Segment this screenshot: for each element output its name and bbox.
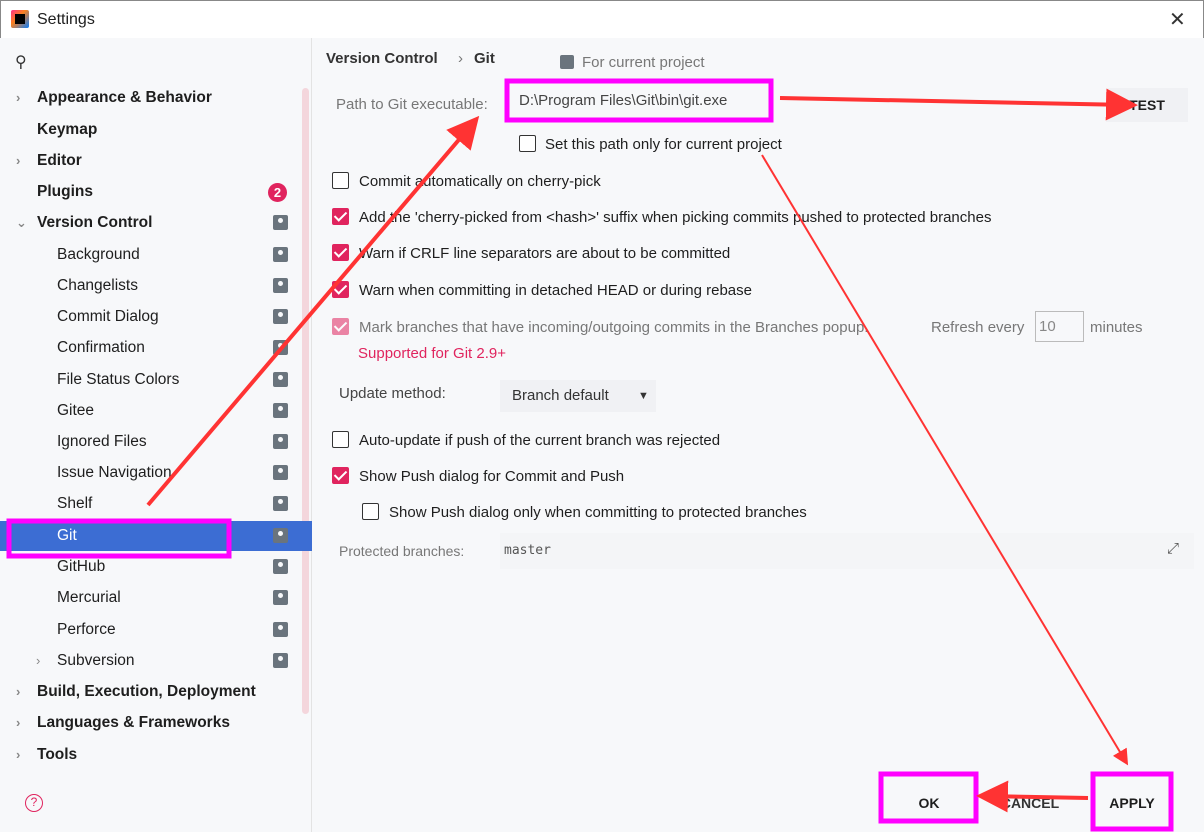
annotation-arrow-ok	[976, 780, 1089, 813]
annotation-arrow-apply	[761, 154, 1129, 766]
annotation-box-apply	[1090, 771, 1174, 832]
annotation-arrow-path	[146, 115, 480, 507]
annotation-arrow-test	[779, 88, 1138, 121]
annotation-overlay	[6, 78, 1174, 832]
annotation-box-git	[6, 518, 232, 559]
annotation-box-path	[504, 78, 774, 123]
annotation-box-ok	[878, 771, 979, 824]
